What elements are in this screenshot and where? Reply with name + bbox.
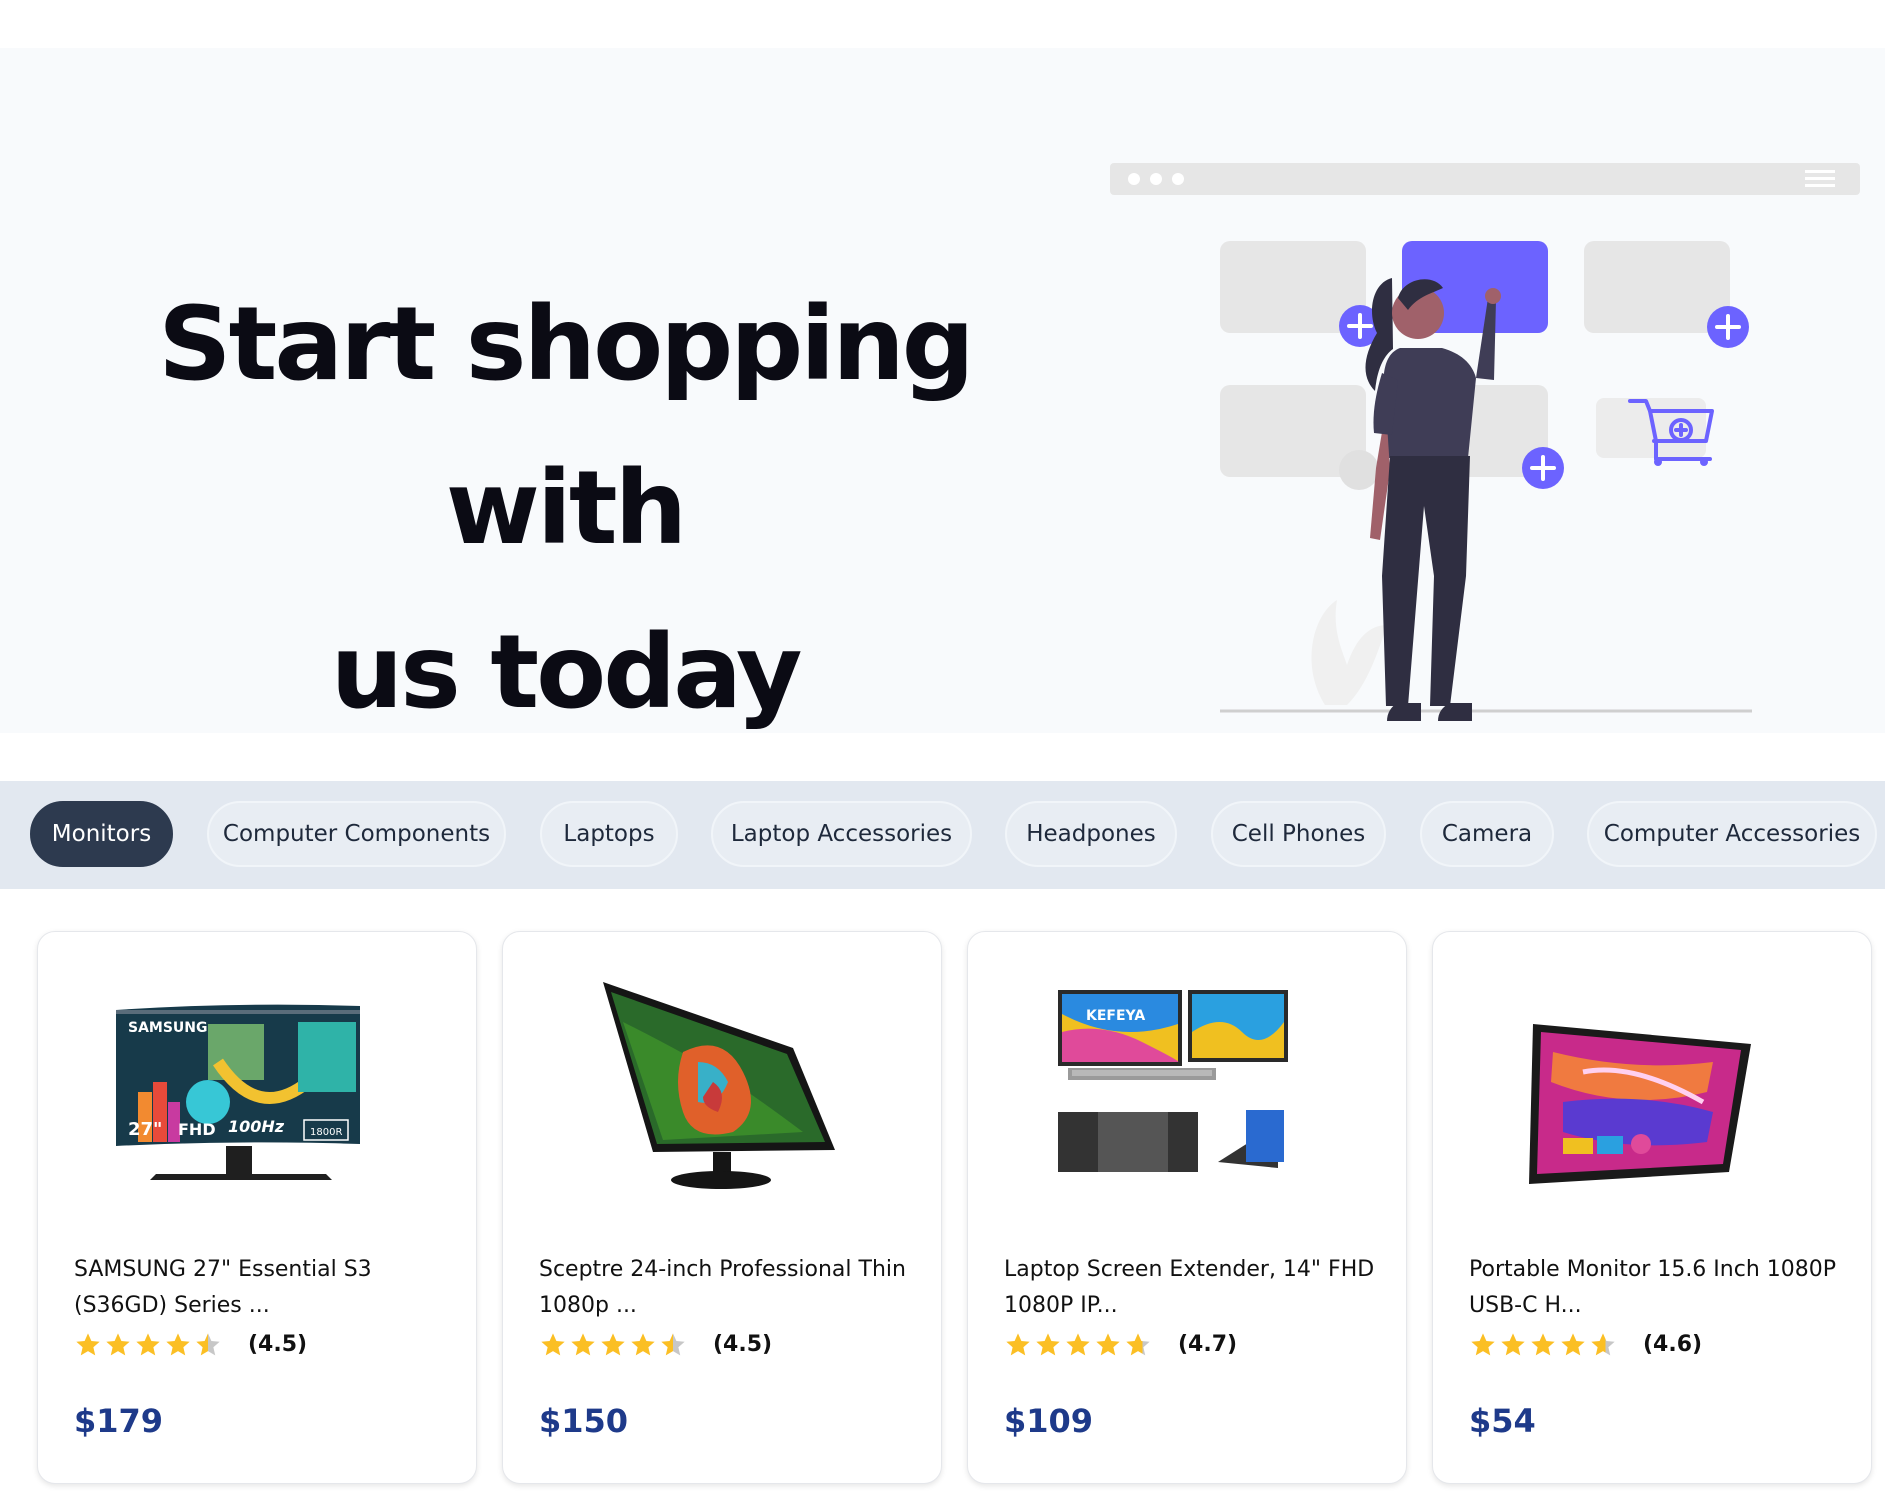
rating-value: (4.7) xyxy=(1178,1332,1238,1357)
star-icon xyxy=(1531,1333,1555,1356)
product-price: $109 xyxy=(1004,1402,1094,1440)
star-icon xyxy=(196,1333,220,1356)
star-icon xyxy=(76,1333,100,1356)
star-icon xyxy=(1006,1333,1030,1356)
tab-cell-phones[interactable]: Cell Phones xyxy=(1211,801,1386,867)
star-icon xyxy=(601,1333,625,1356)
star-icon xyxy=(166,1333,190,1356)
star-icon xyxy=(106,1333,130,1356)
product-title[interactable]: Sceptre 24-inch Professional Thin 1080p … xyxy=(539,1252,919,1324)
tab-laptop-accessories[interactable]: Laptop Accessories xyxy=(711,801,972,867)
product-title[interactable]: Laptop Screen Extender, 14" FHD 1080P IP… xyxy=(1004,1252,1384,1324)
product-image: SAMSUNG 27" FHD 100Hz 1800R xyxy=(116,1004,360,1180)
star-icon xyxy=(1561,1333,1585,1356)
star-icon xyxy=(661,1333,685,1356)
star-icon xyxy=(1501,1333,1525,1356)
rating-value: (4.6) xyxy=(1643,1332,1703,1357)
star-icon xyxy=(541,1333,565,1356)
badge-refresh: 100Hz xyxy=(228,1117,285,1136)
tab-camera[interactable]: Camera xyxy=(1420,801,1554,867)
badge-size: 27" xyxy=(128,1119,162,1140)
star-rating xyxy=(1469,1329,1619,1361)
tab-monitors[interactable]: Monitors xyxy=(30,801,173,867)
badge-fhd: FHD xyxy=(178,1120,216,1139)
hero-title: Start shopping with us today xyxy=(60,263,1070,755)
product-image: KEFEYA xyxy=(1058,990,1288,1172)
brand-label: SAMSUNG xyxy=(128,1020,208,1036)
product-price: $54 xyxy=(1469,1402,1536,1440)
rating-value: (4.5) xyxy=(713,1332,773,1357)
product-card[interactable]: SAMSUNG 27" FHD 100Hz 1800R SAMSUNG 27" … xyxy=(37,931,477,1484)
star-icon xyxy=(1591,1333,1615,1356)
product-card[interactable]: Portable Monitor 15.6 Inch 1080P USB-C H… xyxy=(1432,931,1872,1484)
star-icon xyxy=(1036,1333,1060,1356)
hero-title-line-2: us today xyxy=(330,613,803,732)
product-price: $150 xyxy=(539,1402,629,1440)
star-icon xyxy=(1126,1333,1150,1356)
brand-label: KEFEYA xyxy=(1086,1008,1145,1024)
star-icon xyxy=(1471,1333,1495,1356)
star-rating xyxy=(74,1329,224,1361)
hero-banner: Start shopping with us today xyxy=(0,48,1885,733)
star-icon xyxy=(1096,1333,1120,1356)
product-price: $179 xyxy=(74,1402,164,1440)
product-image xyxy=(1529,1024,1751,1184)
star-icon xyxy=(631,1333,655,1356)
product-card[interactable]: KEFEYA Laptop Screen Extender, 14" FHD 1… xyxy=(967,931,1407,1484)
product-image xyxy=(603,982,835,1189)
shopping-illustration xyxy=(1110,163,1860,721)
tab-headpones[interactable]: Headpones xyxy=(1005,801,1177,867)
product-title[interactable]: SAMSUNG 27" Essential S3 (S36GD) Series … xyxy=(74,1252,454,1324)
product-title[interactable]: Portable Monitor 15.6 Inch 1080P USB-C H… xyxy=(1469,1252,1849,1324)
tab-computer-components[interactable]: Computer Components xyxy=(207,801,506,867)
tab-laptops[interactable]: Laptops xyxy=(540,801,678,867)
category-tabs: Monitors Computer Components Laptops Lap… xyxy=(0,781,1885,889)
badge-curve: 1800R xyxy=(310,1127,342,1138)
rating-value: (4.5) xyxy=(248,1332,308,1357)
star-rating xyxy=(539,1329,689,1361)
star-icon xyxy=(136,1333,160,1356)
star-icon xyxy=(571,1333,595,1356)
product-card[interactable]: Sceptre 24-inch Professional Thin 1080p … xyxy=(502,931,942,1484)
tab-computer-accessories[interactable]: Computer Accessories xyxy=(1587,801,1877,867)
hero-title-line-1: Start shopping with xyxy=(158,285,975,568)
star-icon xyxy=(1066,1333,1090,1356)
star-rating xyxy=(1004,1329,1154,1361)
